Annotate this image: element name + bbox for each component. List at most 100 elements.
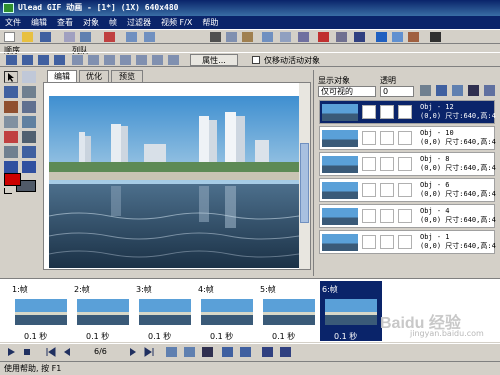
ellipse-tool-icon[interactable] (22, 116, 36, 128)
fill-bucket-icon[interactable] (4, 131, 18, 143)
eyedropper-icon[interactable] (22, 101, 36, 113)
play-icon[interactable] (392, 32, 403, 42)
copy-icon[interactable] (226, 32, 237, 42)
frame-thumbnail[interactable]: 4:帧 0.1 秒 (196, 281, 258, 341)
display-objects-select[interactable]: 仅可视的 (318, 86, 376, 97)
first-frame-icon[interactable] (46, 347, 57, 357)
redo-icon[interactable] (144, 32, 155, 42)
paste-icon[interactable] (242, 32, 253, 42)
align-middle-icon[interactable] (136, 55, 147, 65)
eraser-icon[interactable] (4, 116, 18, 128)
send-backward-icon[interactable] (38, 55, 49, 65)
align-right-icon[interactable] (104, 55, 115, 65)
send-to-back-icon[interactable] (54, 55, 65, 65)
layer-item[interactable]: Obj - 1 (0,0) 尺寸:640,高:4 (319, 230, 496, 254)
menu-help[interactable]: 帮助 (197, 16, 223, 29)
layer-item[interactable]: Obj - 4 (0,0) 尺寸:640,高:4 (319, 204, 496, 228)
frame-thumbnail[interactable]: 1:帧 0.1 秒 (10, 281, 72, 341)
layer-copy-icon[interactable] (436, 85, 447, 96)
bring-to-front-icon[interactable] (6, 55, 17, 65)
tween-icon[interactable] (336, 32, 347, 42)
visibility-checkbox[interactable] (362, 183, 376, 197)
opacity-input[interactable]: 0 (380, 86, 414, 97)
frame-thumbnail-selected[interactable]: 6:帧 0.1 秒 (320, 281, 382, 341)
visibility-checkbox[interactable] (362, 157, 376, 171)
paintbrush-icon[interactable] (4, 101, 18, 113)
lock-checkbox[interactable] (380, 235, 394, 249)
eye-icon[interactable] (362, 105, 376, 119)
align-bottom-icon[interactable] (152, 55, 163, 65)
wizard-icon[interactable] (104, 32, 115, 42)
new-icon[interactable] (4, 32, 15, 42)
visibility-checkbox[interactable] (362, 131, 376, 145)
frame-properties-icon[interactable] (262, 347, 273, 357)
previous-frame-icon[interactable] (62, 347, 73, 357)
merge-checkbox[interactable] (398, 105, 412, 119)
align-left-icon[interactable] (72, 55, 83, 65)
pick-tool-icon[interactable] (4, 71, 18, 83)
merge-checkbox[interactable] (398, 131, 412, 145)
layer-merge-icon[interactable] (484, 85, 495, 96)
merge-checkbox[interactable] (398, 183, 412, 197)
stop-icon[interactable] (22, 347, 33, 357)
merge-icon[interactable] (298, 32, 309, 42)
save-icon[interactable] (40, 32, 51, 42)
zoom-out-icon[interactable] (22, 161, 36, 173)
align-top-icon[interactable] (120, 55, 131, 65)
layer-up-icon[interactable] (420, 85, 431, 96)
visibility-checkbox[interactable] (362, 209, 376, 223)
duplicate-frame-icon[interactable] (184, 347, 195, 357)
lock-checkbox[interactable] (380, 105, 394, 119)
menu-frame[interactable]: 帧 (104, 16, 122, 29)
last-frame-icon[interactable] (144, 347, 155, 357)
zoom-in-icon[interactable] (4, 161, 18, 173)
menu-file[interactable]: 文件 (0, 16, 26, 29)
menu-filter[interactable]: 过滤器 (122, 16, 156, 29)
align-center-icon[interactable] (88, 55, 99, 65)
lock-checkbox[interactable] (380, 209, 394, 223)
menu-video-fx[interactable]: 视频 F/X (156, 16, 197, 29)
tab-edit[interactable]: 编辑 (47, 70, 77, 82)
tab-optimize[interactable]: 优化 (79, 70, 109, 82)
merge-checkbox[interactable] (398, 209, 412, 223)
merge-checkbox[interactable] (398, 235, 412, 249)
marquee-tool-icon[interactable] (22, 71, 36, 83)
reverse-frames-icon[interactable] (240, 347, 251, 357)
lock-checkbox[interactable] (380, 157, 394, 171)
play-icon[interactable] (6, 347, 17, 357)
add-frame-icon[interactable] (166, 347, 177, 357)
delete-frame-icon[interactable] (202, 347, 213, 357)
layer-new-icon[interactable] (452, 85, 463, 96)
crop-tool-icon[interactable] (4, 146, 18, 158)
frame-thumbnail[interactable]: 3:帧 0.1 秒 (134, 281, 196, 341)
duplicate-icon[interactable] (280, 32, 291, 42)
layer-item[interactable]: Obj - 8 (0,0) 尺寸:640,高:4 (319, 152, 496, 176)
frame-thumbnail[interactable]: 5:帧 0.1 秒 (258, 281, 320, 341)
import-icon[interactable] (64, 32, 75, 42)
align-page-icon[interactable] (168, 55, 179, 65)
frame-icon[interactable] (262, 32, 273, 42)
bring-forward-icon[interactable] (22, 55, 33, 65)
frame-settings-icon[interactable] (280, 347, 291, 357)
rectangle-tool-icon[interactable] (22, 131, 36, 143)
only-move-active-checkbox[interactable] (252, 56, 260, 64)
text-tool-icon[interactable] (4, 86, 18, 98)
hand-tool-icon[interactable] (22, 146, 36, 158)
undo-icon[interactable] (126, 32, 137, 42)
menu-view[interactable]: 查看 (52, 16, 78, 29)
frame-thumbnail[interactable]: 2:帧 0.1 秒 (72, 281, 134, 341)
properties-button[interactable]: 属性... (190, 54, 238, 66)
swap-colors-icon[interactable] (4, 188, 12, 194)
menu-object[interactable]: 对象 (78, 16, 104, 29)
foreground-color-swatch[interactable] (4, 173, 21, 186)
lock-checkbox[interactable] (380, 131, 394, 145)
delete-icon[interactable] (318, 32, 329, 42)
cut-icon[interactable] (210, 32, 221, 42)
layer-delete-icon[interactable] (468, 85, 479, 96)
next-frame-icon[interactable] (128, 347, 139, 357)
lasso-tool-icon[interactable] (22, 86, 36, 98)
lock-checkbox[interactable] (380, 183, 394, 197)
canvas-vertical-scrollbar[interactable] (299, 83, 310, 269)
tab-preview[interactable]: 预览 (111, 70, 143, 82)
menu-edit[interactable]: 编辑 (26, 16, 52, 29)
